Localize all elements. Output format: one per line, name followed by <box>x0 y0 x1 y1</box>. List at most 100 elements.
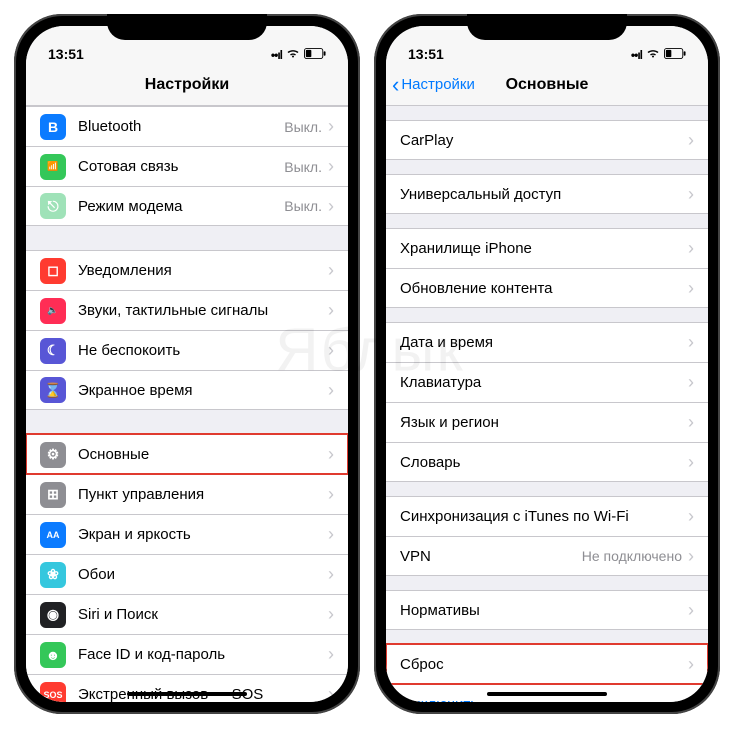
row-нормативы[interactable]: Нормативы› <box>386 590 708 630</box>
chevron-right-icon: › <box>688 546 694 567</box>
chevron-right-icon: › <box>688 506 694 527</box>
row-label: CarPlay <box>400 132 688 149</box>
chevron-right-icon: › <box>328 444 334 465</box>
row-label: Хранилище iPhone <box>400 240 688 257</box>
status-indicators: ••ıl <box>631 48 686 62</box>
home-indicator[interactable] <box>487 692 607 696</box>
row-siri-и-поиск[interactable]: ◉Siri и Поиск› <box>26 594 348 634</box>
row-icon: ⚙ <box>40 442 66 468</box>
row-vpn[interactable]: VPNНе подключено › <box>386 536 708 576</box>
chevron-right-icon: › <box>688 600 694 621</box>
row-label: Уведомления <box>78 262 328 279</box>
page-title: Настройки <box>145 76 229 94</box>
settings-list[interactable]: BBluetoothВыкл.›📶Сотовая связьВыкл.›⎋Реж… <box>26 106 348 702</box>
chevron-right-icon: › <box>688 130 694 151</box>
chevron-right-icon: › <box>328 564 334 585</box>
row-label: Клавиатура <box>400 374 688 391</box>
row-пункт-управления[interactable]: ⊞Пункт управления› <box>26 474 348 514</box>
row-уведомления[interactable]: ◻ Уведомления› <box>26 250 348 290</box>
group-separator <box>386 160 708 174</box>
row-label: Звуки, тактильные сигналы <box>78 302 328 319</box>
chevron-right-icon: › <box>688 372 694 393</box>
row-icon: ◻ <box>40 258 66 284</box>
row-icon: SOS <box>40 682 66 703</box>
row-label: Bluetooth <box>78 118 284 135</box>
row-язык-и-регион[interactable]: Язык и регион› <box>386 402 708 442</box>
row-экран-и-яркость[interactable]: AAЭкран и яркость› <box>26 514 348 554</box>
back-label: Настройки <box>401 76 475 93</box>
row-звуки-тактильные-сигналы[interactable]: 🔈 Звуки, тактильные сигналы› <box>26 290 348 330</box>
chevron-right-icon: › <box>688 452 694 473</box>
group-separator <box>386 308 708 322</box>
row-icon: ⎋ <box>40 193 66 219</box>
row-режим-модема[interactable]: ⎋Режим модемаВыкл.› <box>26 186 348 226</box>
row-label: Словарь <box>400 454 688 471</box>
row-face-id-и-код-пароль[interactable]: ☻Face ID и код-пароль› <box>26 634 348 674</box>
row-обои[interactable]: ❀Обои› <box>26 554 348 594</box>
status-time: 13:51 <box>408 46 444 62</box>
row-клавиатура[interactable]: Клавиатура› <box>386 362 708 402</box>
row-label: VPN <box>400 548 582 565</box>
row-хранилище-iphone[interactable]: Хранилище iPhone› <box>386 228 708 268</box>
chevron-right-icon: › <box>328 484 334 505</box>
chevron-right-icon: › <box>328 156 334 177</box>
chevron-right-icon: › <box>328 340 334 361</box>
row-detail: Не подключено <box>582 548 682 564</box>
row-label: Siri и Поиск <box>78 606 328 623</box>
row-bluetooth[interactable]: BBluetoothВыкл.› <box>26 106 348 146</box>
row-label: Пункт управления <box>78 486 328 503</box>
row-label: Сотовая связь <box>78 158 284 175</box>
row-carplay[interactable]: CarPlay› <box>386 120 708 160</box>
row-сброс[interactable]: Сброс› <box>386 644 708 684</box>
general-list[interactable]: CarPlay›Универсальный доступ›Хранилище i… <box>386 106 708 702</box>
row-icon: 📶 <box>40 154 66 180</box>
row-icon: AA <box>40 522 66 548</box>
row-дата-и-время[interactable]: Дата и время› <box>386 322 708 362</box>
group-separator <box>386 630 708 644</box>
row-сотовая-связь[interactable]: 📶 Сотовая связьВыкл. › <box>26 146 348 186</box>
row-основные[interactable]: ⚙Основные› <box>26 434 348 474</box>
row-обновление-контента[interactable]: Обновление контента› <box>386 268 708 308</box>
row-экстренный-вызов-sos[interactable]: SOSЭкстренный вызов — SOS› <box>26 674 348 702</box>
group-separator <box>386 576 708 590</box>
chevron-left-icon: ‹ <box>392 74 399 96</box>
row-экранное-время[interactable]: ⌛Экранное время› <box>26 370 348 410</box>
notch <box>107 14 267 40</box>
row-label: Синхронизация с iTunes по Wi-Fi <box>400 508 688 525</box>
group-separator <box>26 226 348 250</box>
row-icon: 🔈 <box>40 298 66 324</box>
group-separator <box>386 482 708 496</box>
page-title: Основные <box>506 76 589 94</box>
back-button[interactable]: ‹ Настройки <box>392 74 475 96</box>
status-indicators: ••ıl <box>271 48 326 62</box>
row-не-беспокоить[interactable]: ☾ Не беспокоить› <box>26 330 348 370</box>
row-label: Язык и регион <box>400 414 688 431</box>
screen-left: 13:51 ••ıl Настройки BBluetoothВыкл.›📶Со… <box>26 26 348 702</box>
chevron-right-icon: › <box>688 332 694 353</box>
home-indicator[interactable] <box>127 692 247 696</box>
row-label: Не беспокоить <box>78 342 328 359</box>
phone-right: 13:51 ••ıl ‹ Настройки Основные CarPlay›… <box>374 14 720 714</box>
group-separator <box>26 410 348 434</box>
row-синхронизация-с-itunes-по-wi-fi[interactable]: Синхронизация с iTunes по Wi-Fi› <box>386 496 708 536</box>
battery-icon <box>664 48 686 62</box>
row-универсальный-доступ[interactable]: Универсальный доступ› <box>386 174 708 214</box>
phone-left: 13:51 ••ıl Настройки BBluetoothВыкл.›📶Со… <box>14 14 360 714</box>
nav-bar-left: Настройки <box>26 64 348 106</box>
notch <box>467 14 627 40</box>
row-label: Универсальный доступ <box>400 186 688 203</box>
row-icon: B <box>40 114 66 140</box>
row-label: Нормативы <box>400 602 688 619</box>
chevron-right-icon: › <box>688 654 694 675</box>
row-словарь[interactable]: Словарь› <box>386 442 708 482</box>
row-label: Обои <box>78 566 328 583</box>
wifi-icon <box>646 48 660 62</box>
chevron-right-icon: › <box>328 196 334 217</box>
chevron-right-icon: › <box>328 260 334 281</box>
chevron-right-icon: › <box>688 278 694 299</box>
chevron-right-icon: › <box>328 604 334 625</box>
row-detail: Выкл. <box>284 159 322 175</box>
row-icon: ☾ <box>40 338 66 364</box>
row-label: Выключить <box>400 696 694 703</box>
chevron-right-icon: › <box>328 300 334 321</box>
